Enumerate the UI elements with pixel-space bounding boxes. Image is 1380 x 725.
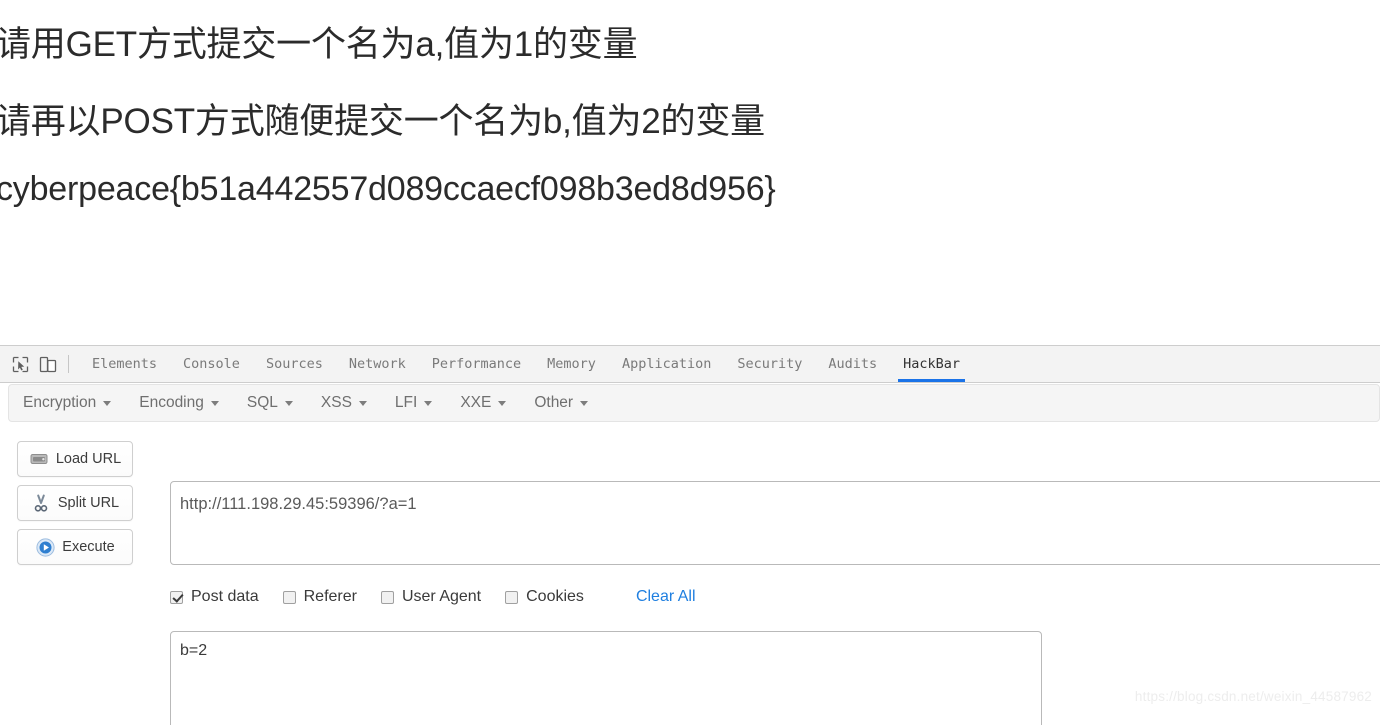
hackbar-panel: Encryption Encoding SQL XSS LFI XXE Othe… [0, 383, 1380, 725]
menu-encryption-label: Encryption [23, 394, 97, 411]
tab-network[interactable]: Network [336, 346, 419, 382]
load-url-icon [29, 449, 49, 469]
option-user-agent[interactable]: User Agent [380, 588, 482, 606]
menu-lfi-label: LFI [394, 394, 418, 411]
menu-xss-label: XSS [320, 394, 352, 411]
execute-button[interactable]: Execute [17, 529, 133, 565]
hackbar-button-column: Load URL Split URL Execute [17, 441, 133, 573]
user-agent-label: User Agent [401, 588, 482, 605]
instruction-post-text: 请再以POST方式随便提交一个名为b,值为2的变量 [0, 102, 765, 141]
watermark-text: https://blog.csdn.net/weixin_44587962 [1134, 689, 1372, 704]
option-post-data[interactable]: Post data [170, 588, 259, 606]
menu-encoding-label: Encoding [139, 394, 204, 411]
instruction-get-text: 请用GET方式提交一个名为a,值为1的变量 [0, 25, 638, 64]
tab-security[interactable]: Security [724, 346, 815, 382]
hackbar-options-row: Post data Referer User Agent Cookies Cle… [170, 586, 696, 608]
post-data-checkbox[interactable] [170, 590, 183, 604]
chevron-down-icon [424, 400, 433, 406]
option-cookies[interactable]: Cookies [505, 588, 584, 606]
load-url-button[interactable]: Load URL [17, 441, 133, 477]
menu-sql[interactable]: SQL [247, 394, 293, 412]
tab-performance[interactable]: Performance [419, 346, 534, 382]
menu-encryption[interactable]: Encryption [23, 394, 112, 412]
cookies-checkbox[interactable] [505, 590, 519, 604]
chevron-down-icon [358, 400, 367, 406]
menu-xxe[interactable]: XXE [460, 394, 507, 412]
browser-page-content: 请用GET方式提交一个名为a,值为1的变量 请再以POST方式随便提交一个名为b… [0, 0, 1380, 345]
url-input[interactable] [170, 481, 1380, 565]
chevron-down-icon [103, 400, 112, 406]
user-agent-checkbox[interactable] [380, 590, 394, 604]
hackbar-menubar: Encryption Encoding SQL XSS LFI XXE Othe… [8, 384, 1380, 422]
tab-memory[interactable]: Memory [534, 346, 609, 382]
toolbar-divider [68, 355, 69, 373]
menu-xss[interactable]: XSS [321, 394, 367, 412]
menu-lfi[interactable]: LFI [394, 394, 433, 412]
execute-label: Execute [62, 539, 115, 555]
menu-other-label: Other [534, 394, 574, 411]
tab-console[interactable]: Console [170, 346, 253, 382]
devtools-panel: Elements Console Sources Network Perform… [0, 345, 1380, 725]
flag-text: cyberpeace{b51a442557d089ccaecf098b3ed8d… [0, 170, 776, 208]
tab-elements[interactable]: Elements [79, 346, 170, 382]
split-url-label: Split URL [57, 495, 120, 511]
menu-sql-label: SQL [246, 394, 278, 411]
inspect-element-icon[interactable] [6, 351, 34, 377]
clear-all-link[interactable]: Clear All [636, 588, 696, 606]
chevron-down-icon [284, 400, 293, 406]
tab-hackbar[interactable]: HackBar [890, 346, 973, 382]
device-toolbar-icon[interactable] [34, 351, 62, 377]
chevron-down-icon [210, 400, 219, 406]
menu-xxe-label: XXE [460, 394, 492, 411]
post-data-label: Post data [191, 588, 259, 605]
split-url-scissors-icon [31, 493, 51, 513]
split-url-button[interactable]: Split URL [17, 485, 133, 521]
chevron-down-icon [498, 400, 507, 406]
option-referer[interactable]: Referer [282, 588, 357, 606]
referer-label: Referer [303, 588, 357, 605]
menu-other[interactable]: Other [534, 394, 589, 412]
post-data-input[interactable] [170, 631, 1042, 725]
menu-encoding[interactable]: Encoding [139, 394, 219, 412]
chevron-down-icon [580, 400, 589, 406]
execute-play-icon [35, 537, 55, 557]
referer-checkbox[interactable] [282, 590, 296, 604]
tab-sources[interactable]: Sources [253, 346, 336, 382]
cookies-label: Cookies [526, 588, 584, 605]
tab-application[interactable]: Application [609, 346, 724, 382]
load-url-label: Load URL [55, 451, 122, 467]
devtools-tabstrip: Elements Console Sources Network Perform… [0, 346, 1380, 383]
tab-audits[interactable]: Audits [815, 346, 890, 382]
